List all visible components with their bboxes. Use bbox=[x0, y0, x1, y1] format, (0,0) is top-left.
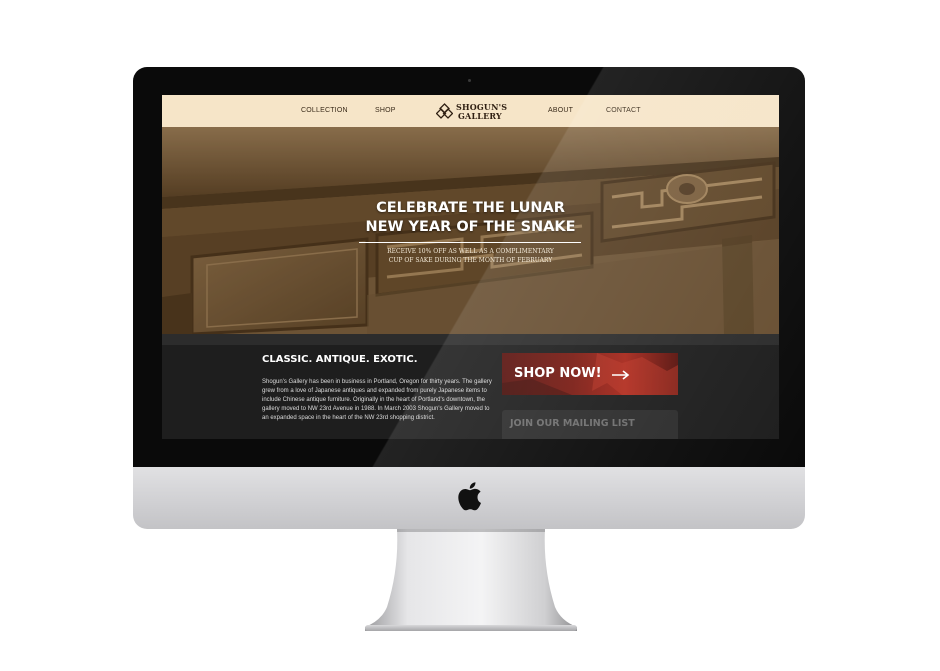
camera bbox=[468, 79, 471, 82]
nav-link-collection[interactable]: COLLECTION bbox=[301, 107, 348, 114]
monitor-stand bbox=[365, 529, 577, 631]
tagline: CLASSIC. ANTIQUE. EXOTIC. bbox=[262, 354, 418, 365]
content-section: CLASSIC. ANTIQUE. EXOTIC. Shogun's Galle… bbox=[162, 345, 779, 439]
apple-icon bbox=[458, 482, 481, 511]
hero-subtitle-line2: CUP OF SAKE DURING THE MONTH OF FEBRUARY bbox=[388, 257, 553, 264]
about-paragraph: Shogun's Gallery has been in business in… bbox=[262, 379, 492, 421]
brand-logo[interactable]: SHOGUN'S GALLERY bbox=[436, 100, 507, 122]
shop-now-label: SHOP NOW! bbox=[514, 366, 602, 381]
section-divider bbox=[162, 334, 779, 345]
mailing-list-label: JOIN OUR MAILING LIST bbox=[510, 418, 635, 429]
brand-name-line2: GALLERY bbox=[458, 111, 502, 121]
hero-title-line1: CELEBRATE THE LUNAR bbox=[376, 200, 565, 216]
hero-subtitle: RECEIVE 10% OFF AS WELL AS A COMPLIMENTA… bbox=[352, 247, 589, 265]
hero-title: CELEBRATE THE LUNAR NEW YEAR OF THE SNAK… bbox=[342, 199, 599, 237]
nav-link-shop[interactable]: SHOP bbox=[375, 107, 396, 114]
hero-subtitle-line1: RECEIVE 10% OFF AS WELL AS A COMPLIMENTA… bbox=[387, 248, 554, 255]
monitor-bezel: COLLECTION SHOP SHOGUN'S GALLERY ABOUT C… bbox=[133, 67, 805, 467]
imac-mockup: COLLECTION SHOP SHOGUN'S GALLERY ABOUT C… bbox=[133, 67, 805, 529]
mailing-list-button[interactable]: JOIN OUR MAILING LIST bbox=[502, 410, 678, 439]
shop-now-button[interactable]: SHOP NOW! bbox=[502, 353, 678, 395]
hero-banner: CELEBRATE THE LUNAR NEW YEAR OF THE SNAK… bbox=[162, 127, 779, 334]
nav-link-contact[interactable]: CONTACT bbox=[606, 107, 641, 114]
site-nav: COLLECTION SHOP SHOGUN'S GALLERY ABOUT C… bbox=[162, 95, 779, 127]
nav-link-about[interactable]: ABOUT bbox=[548, 107, 573, 114]
website-screen: COLLECTION SHOP SHOGUN'S GALLERY ABOUT C… bbox=[162, 95, 779, 439]
arrow-right-icon bbox=[612, 370, 630, 380]
monitor-chin bbox=[133, 467, 805, 529]
hero-divider bbox=[359, 242, 581, 243]
diamond-lattice-icon bbox=[436, 103, 453, 119]
hero-title-line2: NEW YEAR OF THE SNAKE bbox=[365, 219, 576, 235]
